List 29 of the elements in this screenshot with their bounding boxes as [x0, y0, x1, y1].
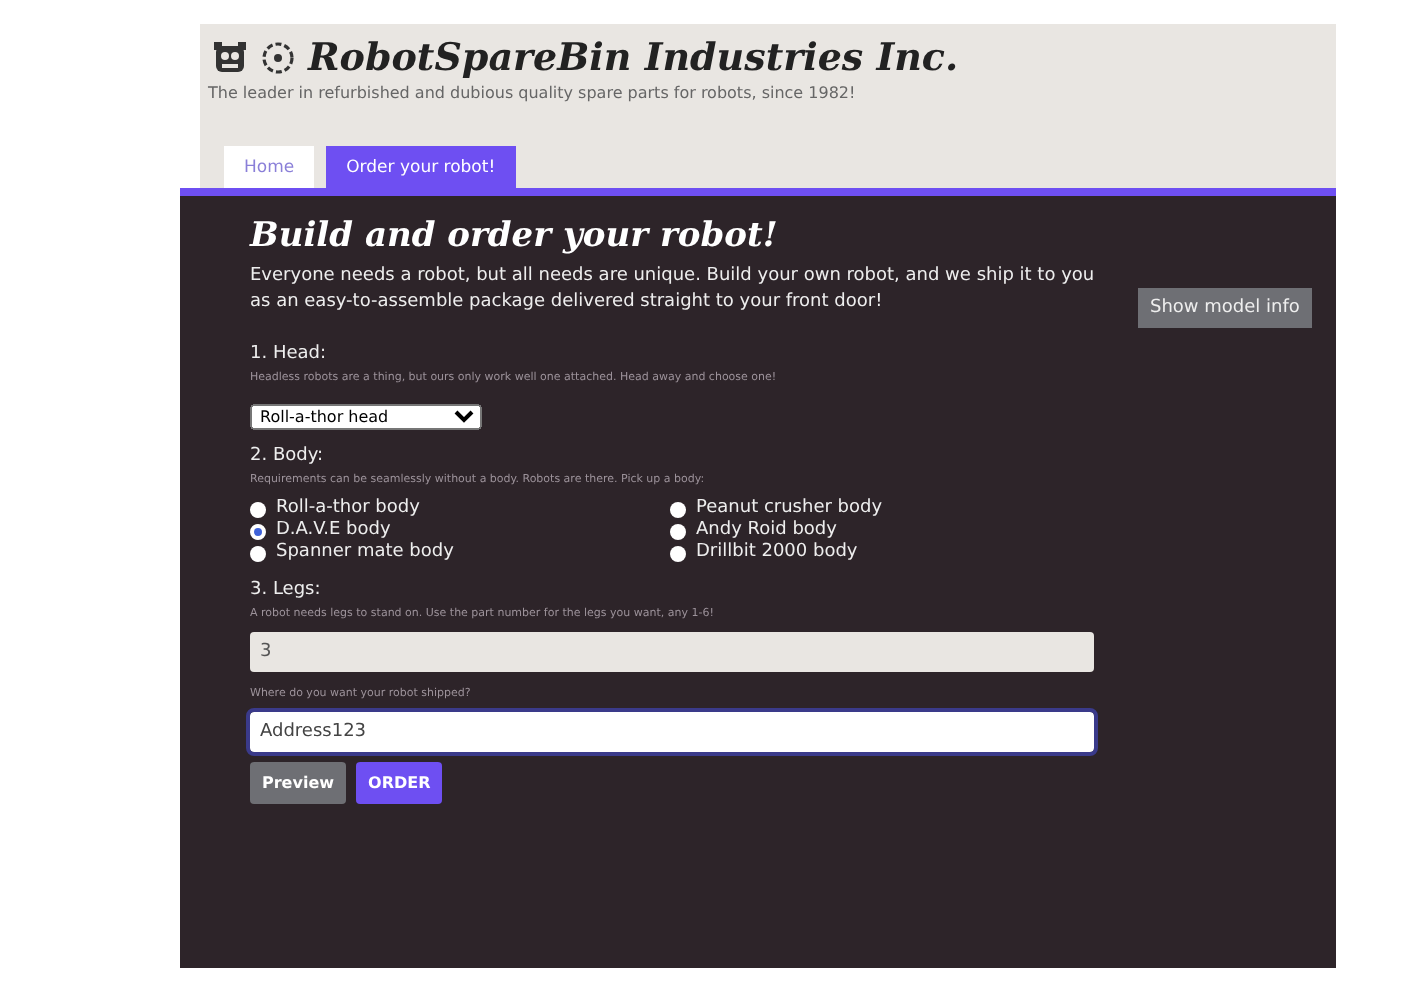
show-model-info-button[interactable]: Show model info	[1138, 288, 1312, 328]
radio-button[interactable]	[250, 523, 266, 539]
radio-button[interactable]	[250, 545, 266, 561]
intro-text: Everyone needs a robot, but all needs are unique. Build your own robot, and we ship it to you as an easy-to-assemble package delivered straight to your front door!	[250, 264, 1097, 316]
robot-face-icon	[212, 40, 248, 76]
head-dropdown[interactable]: Roll-a-thor head	[250, 404, 482, 430]
radio-label: Spanner mate body	[276, 542, 454, 564]
body-label: 2. Body:	[250, 446, 326, 466]
radio-button[interactable]	[670, 545, 686, 561]
order-button[interactable]: ORDER	[356, 762, 443, 804]
nav-tab[interactable]: Order your robot!	[326, 146, 516, 188]
radio-label: Drillbit 2000 body	[696, 542, 858, 564]
preview-button[interactable]: Preview	[250, 762, 347, 804]
radio-button[interactable]	[670, 501, 686, 517]
head-label: 1. Head:	[250, 344, 329, 364]
nav-tab[interactable]: Home	[224, 146, 315, 188]
tagline: The leader in refurbished and dubious quality spare parts for robots, since 1982!	[206, 82, 858, 102]
radio-button[interactable]	[670, 523, 686, 539]
address-input-field[interactable]: Address123	[250, 712, 1094, 752]
radio-label: Roll-a-thor body	[276, 498, 420, 520]
form-title: Build and order your robot!	[250, 216, 780, 256]
radio-label: Andy Roid body	[696, 520, 837, 542]
radio-label: Peanut crusher body	[696, 498, 883, 520]
site-title: RobotSpareBin Industries Inc.	[308, 36, 959, 80]
legs-label: 3. Legs:	[250, 580, 323, 600]
legs-input-field[interactable]: 3	[250, 632, 1094, 672]
gear-icon	[260, 40, 296, 76]
radio-label: D.A.V.E body	[276, 520, 391, 542]
radio-button[interactable]	[250, 501, 266, 517]
